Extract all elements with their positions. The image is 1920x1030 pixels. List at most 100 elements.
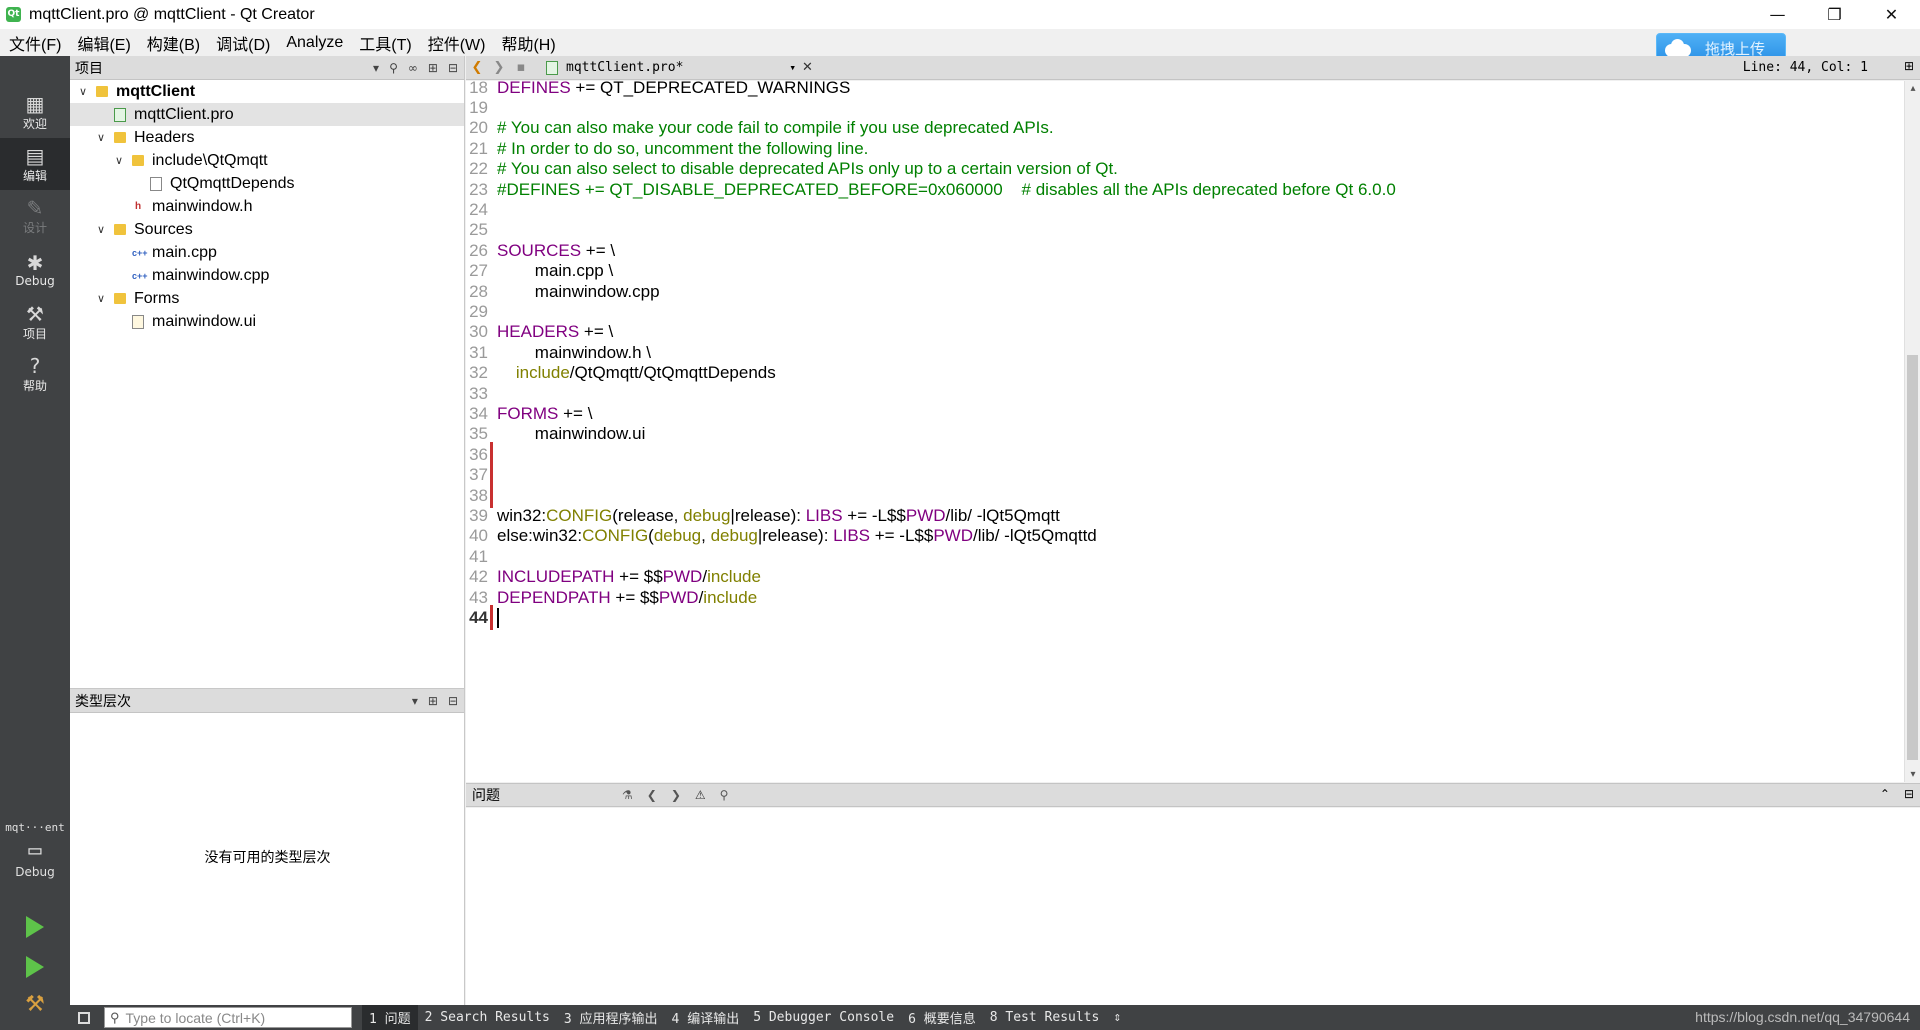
pro-file-icon <box>546 60 558 75</box>
wrench-icon: ⚒ <box>26 301 44 326</box>
menu-widgets[interactable]: 控件(W) <box>420 31 494 55</box>
previous-icon[interactable]: ❮ <box>647 788 657 802</box>
build-button[interactable]: ⚒ <box>0 986 70 1022</box>
scroll-down-icon[interactable]: ▾ <box>1905 769 1920 780</box>
close-pane-icon[interactable]: ⊟ <box>448 61 458 75</box>
menu-build[interactable]: 构建(B) <box>139 31 208 55</box>
filter-icon[interactable]: ⚲ <box>720 788 729 802</box>
tree-item[interactable]: c++ main.cpp <box>70 241 464 264</box>
split-icon[interactable]: ⊞ <box>1904 59 1914 73</box>
vertical-scrollbar[interactable]: ▴ ▾ <box>1904 81 1920 782</box>
sync-link-icon[interactable]: ∞ <box>408 61 418 75</box>
next-icon[interactable]: ❯ <box>671 788 681 802</box>
type-hierarchy-header: 类型层次 ▾ ⊞ ⊟ <box>70 689 464 713</box>
scroll-up-icon[interactable]: ▴ <box>1905 83 1920 94</box>
forward-icon[interactable]: ❯ <box>488 60 510 75</box>
output-tab-issues[interactable]: 1 问题 <box>362 1005 418 1030</box>
tree-item-label: mainwindow.ui <box>152 312 257 330</box>
output-tab-search-results[interactable]: 2 Search Results <box>418 1005 557 1030</box>
window-title: mqttClient.pro @ mqttClient - Qt Creator <box>29 5 315 23</box>
output-tab-debugger-console[interactable]: 5 Debugger Console <box>746 1005 901 1030</box>
type-hierarchy-empty-text: 没有可用的类型层次 <box>204 850 331 866</box>
tree-item[interactable]: mainwindow.ui <box>70 310 464 333</box>
grid-icon: ▦ <box>25 91 45 116</box>
close-button[interactable]: ✕ <box>1863 0 1920 29</box>
tree-item[interactable]: c++ mainwindow.cpp <box>70 264 464 287</box>
code-editor[interactable]: 18 DEFINES += QT_DEPRECATED_WARNINGS 19 20 #… <box>466 81 1920 782</box>
tree-item-label: include\QtQmqtt <box>152 151 268 169</box>
issues-list <box>466 808 1920 1005</box>
mode-design[interactable]: ✎ 设计 <box>0 190 70 242</box>
modified-line-marker <box>490 605 493 631</box>
output-tab-compile-output[interactable]: 4 编译输出 <box>665 1005 747 1030</box>
locator-input[interactable]: ⚲ Type to locate (Ctrl+K) <box>104 1007 352 1028</box>
chevron-down-icon[interactable]: ∨ <box>94 292 108 305</box>
close-document-icon[interactable]: ✕ <box>802 60 813 75</box>
view-dropdown-icon[interactable]: ▾ <box>412 694 418 708</box>
chevron-down-icon[interactable]: ∨ <box>112 154 126 167</box>
warning-icon[interactable]: ⚠ <box>695 788 706 802</box>
type-hierarchy-title: 类型层次 <box>75 693 131 710</box>
kit-project-name: mqt···ent <box>5 821 65 834</box>
mode-edit-label: 编辑 <box>22 168 47 183</box>
menu-bar: 文件(F) 编辑(E) 构建(B) 调试(D) Analyze 工具(T) 控件… <box>0 29 1920 56</box>
tree-item[interactable]: ∨ Sources <box>70 218 464 241</box>
menu-edit[interactable]: 编辑(E) <box>69 31 138 55</box>
clean-icon[interactable]: ⚗ <box>622 788 633 802</box>
chevron-down-icon[interactable]: ∨ <box>94 131 108 144</box>
tree-item[interactable]: h mainwindow.h <box>70 195 464 218</box>
menu-help[interactable]: 帮助(H) <box>493 31 563 55</box>
more-tabs-icon[interactable]: ⇕ <box>1106 1005 1128 1030</box>
mode-edit[interactable]: ▤ 编辑 <box>0 138 70 190</box>
folder-icon <box>114 293 126 304</box>
play-icon <box>26 916 44 938</box>
editor-toolbar: ❮ ❯ ▪ mqttClient.pro* ▾ ✕ Line: 44, Col:… <box>466 56 1920 80</box>
close-pane-icon[interactable]: ⊟ <box>448 694 458 708</box>
issues-pane-title: 问题 <box>472 788 500 804</box>
document-name: mqttClient.pro* <box>566 60 684 75</box>
kit-selector[interactable]: mqt···ent ▭ Debug <box>0 821 70 879</box>
mode-debug[interactable]: ✱ Debug <box>0 244 70 296</box>
output-tab-application-output[interactable]: 3 应用程序输出 <box>557 1005 665 1030</box>
folder-icon <box>132 155 144 166</box>
minimize-button[interactable]: — <box>1749 0 1806 29</box>
run-button[interactable] <box>0 909 70 945</box>
menu-analyze[interactable]: Analyze <box>278 34 351 52</box>
sidebar-toggle-icon[interactable] <box>78 1011 90 1024</box>
split-icon[interactable]: ⊞ <box>428 694 438 708</box>
chevron-down-icon[interactable]: ∨ <box>94 223 108 236</box>
tree-item[interactable]: ∨ mqttClient <box>70 80 464 103</box>
split-icon[interactable]: ⊞ <box>428 61 438 75</box>
chevron-down-icon: ▾ <box>789 61 796 74</box>
chevron-down-icon[interactable]: ∨ <box>76 85 90 98</box>
menu-tools[interactable]: 工具(T) <box>351 31 419 55</box>
tree-item[interactable]: QtQmqttDepends <box>70 172 464 195</box>
search-icon: ⚲ <box>110 1009 120 1025</box>
menu-file[interactable]: 文件(F) <box>0 31 69 55</box>
tree-item[interactable]: ∨ Forms <box>70 287 464 310</box>
mode-welcome[interactable]: ▦ 欢迎 <box>0 86 70 138</box>
mode-projects[interactable]: ⚒ 项目 <box>0 296 70 348</box>
document-selector[interactable]: mqttClient.pro* ▾ <box>546 60 796 75</box>
tree-item-label: mqttClient.pro <box>134 105 234 123</box>
debug-run-button[interactable] <box>0 949 70 985</box>
filter-icon[interactable]: ⚲ <box>389 61 398 75</box>
tree-item[interactable]: ∨ Headers <box>70 126 464 149</box>
help-icon: ? <box>29 353 41 378</box>
code-line[interactable]: 44 <box>466 605 1896 631</box>
close-pane-icon[interactable]: ⊟ <box>1904 787 1914 801</box>
cpp-file-icon: c++ <box>132 247 148 258</box>
scrollbar-thumb[interactable] <box>1907 355 1918 760</box>
cursor-position[interactable]: Line: 44, Col: 1 <box>1743 60 1868 75</box>
output-tab-general-messages[interactable]: 6 概要信息 <box>901 1005 983 1030</box>
tree-item[interactable]: ∨ include\QtQmqtt <box>70 149 464 172</box>
view-dropdown-icon[interactable]: ▾ <box>373 61 379 75</box>
output-tab-test-results[interactable]: 8 Test Results <box>983 1005 1107 1030</box>
tree-item[interactable]: mqttClient.pro <box>70 103 464 126</box>
mode-help[interactable]: ? 帮助 <box>0 348 70 400</box>
back-icon[interactable]: ❮ <box>466 60 488 75</box>
file-icon <box>150 176 162 191</box>
menu-debug[interactable]: 调试(D) <box>208 31 278 55</box>
maximize-pane-icon[interactable]: ⌃ <box>1880 787 1890 801</box>
restore-button[interactable]: ❐ <box>1806 0 1863 29</box>
